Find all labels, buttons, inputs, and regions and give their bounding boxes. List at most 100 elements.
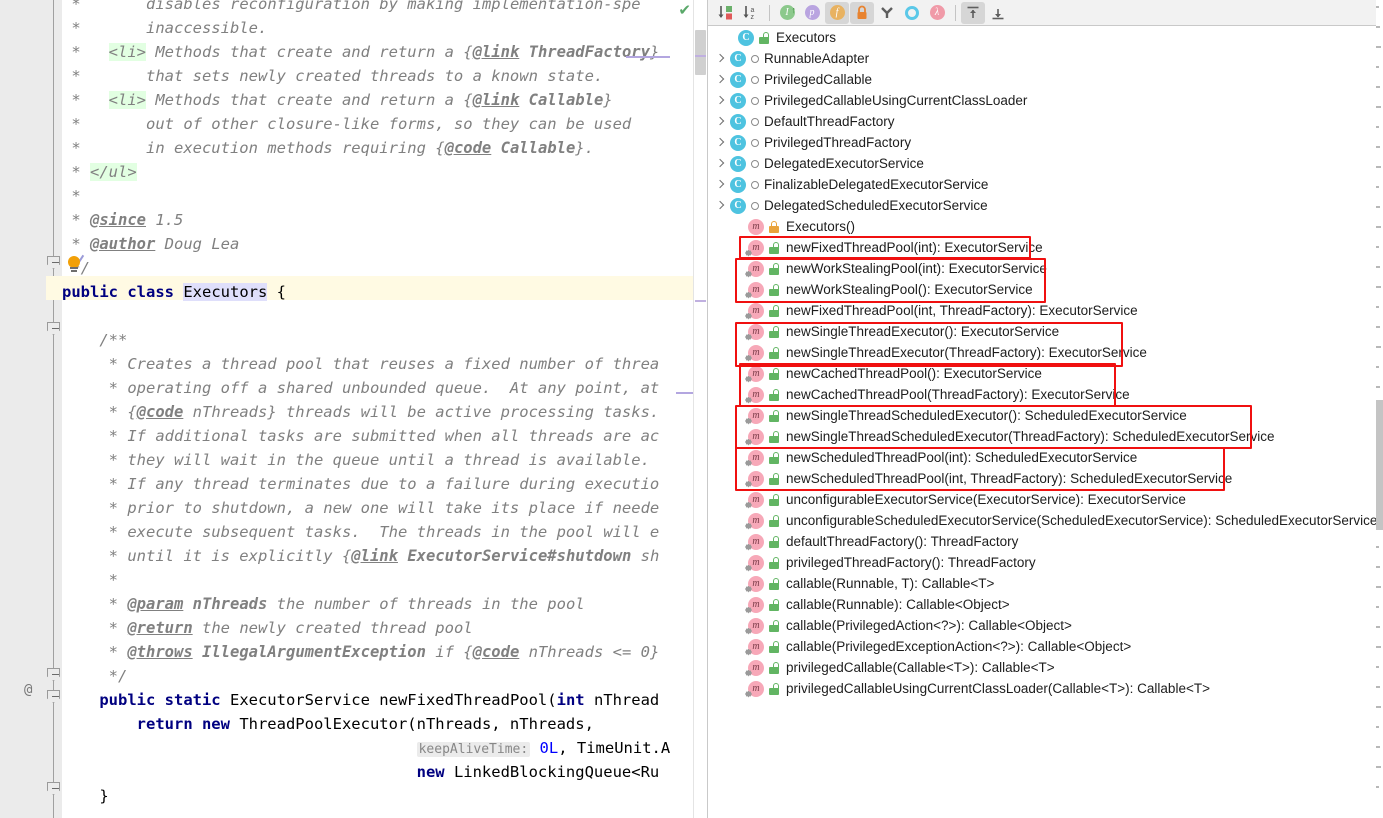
code-line[interactable]: * Creates a thread pool that reuses a fi… bbox=[62, 352, 660, 376]
code-folding-column[interactable] bbox=[46, 0, 62, 818]
structure-tree-row[interactable]: C PrivilegedCallableUsingCurrentClassLoad… bbox=[708, 90, 1027, 111]
structure-tree-row[interactable]: m newSingleThreadExecutor(): ExecutorServ… bbox=[708, 321, 1059, 342]
code-line[interactable]: * out of other closure-like forms, so th… bbox=[62, 112, 631, 136]
code-line[interactable]: * @since 1.5 bbox=[62, 208, 183, 232]
chevron-right-icon[interactable] bbox=[714, 136, 727, 149]
code-line[interactable]: * @return the newly created thread pool bbox=[62, 616, 473, 640]
structure-tree-row[interactable]: m newSingleThreadScheduledExecutor(): Sch… bbox=[708, 405, 1187, 426]
code-line[interactable]: * <li> Methods that create and return a … bbox=[62, 88, 613, 112]
code-line[interactable]: /** bbox=[62, 328, 127, 352]
structure-tree-row[interactable]: m newSingleThreadExecutor(ThreadFactory):… bbox=[708, 342, 1147, 363]
code-line[interactable]: * @throws IllegalArgumentException if {@… bbox=[62, 640, 660, 664]
structure-tree-row[interactable]: m privilegedThreadFactory(): ThreadFactor… bbox=[708, 552, 1036, 573]
structure-tree-row[interactable]: m callable(Runnable, T): Callable<T> bbox=[708, 573, 994, 594]
structure-tree-row[interactable]: m unconfigurableExecutorService(ExecutorS… bbox=[708, 489, 1186, 510]
chevron-right-icon[interactable] bbox=[714, 157, 727, 170]
code-line[interactable]: * operating off a shared unbounded queue… bbox=[62, 376, 660, 400]
code-line[interactable]: * @author Doug Lea bbox=[62, 232, 239, 256]
scrollbar-marker[interactable] bbox=[695, 55, 706, 57]
structure-tree-row[interactable]: C PrivilegedThreadFactory bbox=[708, 132, 911, 153]
structure-tree[interactable]: C Executors C RunnableAdapter C PrivilegedCal… bbox=[708, 27, 1377, 818]
show-properties-icon[interactable]: p bbox=[800, 2, 824, 24]
chevron-right-icon[interactable] bbox=[714, 73, 727, 86]
fold-marker-collapse[interactable] bbox=[47, 690, 60, 703]
structure-tree-row[interactable]: m newWorkStealingPool(): ExecutorService bbox=[708, 279, 1033, 300]
structure-tree-row[interactable]: m newFixedThreadPool(int): ExecutorServic… bbox=[708, 237, 1043, 258]
code-line[interactable]: * disables reconfiguration by making imp… bbox=[62, 0, 640, 16]
chevron-right-icon[interactable] bbox=[714, 52, 727, 65]
code-line[interactable]: * {@code nThreads} threads will be activ… bbox=[62, 400, 660, 424]
expand-all-icon[interactable] bbox=[961, 1, 985, 24]
editor-vertical-scrollbar[interactable] bbox=[693, 0, 706, 818]
chevron-right-icon[interactable] bbox=[714, 178, 727, 191]
code-line[interactable]: * bbox=[62, 568, 118, 592]
chevron-right-icon[interactable] bbox=[714, 115, 727, 128]
code-text-area[interactable]: * disables reconfiguration by making imp… bbox=[62, 0, 706, 818]
fold-marker-collapse[interactable] bbox=[47, 782, 60, 795]
code-line[interactable]: * If additional tasks are submitted when… bbox=[62, 424, 660, 448]
structure-tree-row[interactable]: C RunnableAdapter bbox=[708, 48, 869, 69]
structure-tree-row[interactable]: m newCachedThreadPool(): ExecutorService bbox=[708, 363, 1042, 384]
sort-alphabetically-icon[interactable]: az bbox=[739, 2, 763, 24]
show-properties-icon-glyph: p bbox=[804, 5, 820, 20]
structure-tree-row[interactable]: C DelegatedScheduledExecutorService bbox=[708, 195, 988, 216]
code-line[interactable]: * inaccessible. bbox=[62, 16, 267, 40]
scrollbar-marker[interactable] bbox=[695, 300, 706, 302]
code-line[interactable]: * they will wait in the queue until a th… bbox=[62, 448, 650, 472]
structure-tree-row[interactable]: m newFixedThreadPool(int, ThreadFactory):… bbox=[708, 300, 1138, 321]
code-line[interactable]: } bbox=[62, 784, 108, 808]
intention-bulb-icon[interactable] bbox=[66, 254, 85, 274]
fold-marker-collapse[interactable] bbox=[47, 256, 60, 269]
collapse-all-icon[interactable] bbox=[986, 2, 1010, 24]
fold-marker-collapse[interactable] bbox=[47, 668, 60, 681]
show-lambdas-icon[interactable]: λ bbox=[925, 2, 949, 24]
chevron-right-icon[interactable] bbox=[714, 199, 727, 212]
inspection-status-ok-icon[interactable]: ✔ bbox=[678, 1, 691, 19]
structure-tree-row[interactable]: m callable(Runnable): Callable<Object> bbox=[708, 594, 1010, 615]
code-line[interactable]: public class Executors { bbox=[62, 280, 286, 304]
code-line[interactable]: * execute subsequent tasks. The threads … bbox=[62, 520, 660, 544]
structure-tree-row[interactable]: m newScheduledThreadPool(int): ScheduledE… bbox=[708, 447, 1137, 468]
structure-tree-row[interactable]: m newCachedThreadPool(ThreadFactory): Exe… bbox=[708, 384, 1130, 405]
structure-tree-row[interactable]: m callable(PrivilegedAction<?>): Callable… bbox=[708, 615, 1072, 636]
code-line[interactable]: keepAliveTime: 0L, TimeUnit.A bbox=[62, 736, 670, 760]
structure-tree-row[interactable]: C PrivilegedCallable bbox=[708, 69, 872, 90]
code-line[interactable]: * <li> Methods that create and return a … bbox=[62, 40, 659, 64]
code-line[interactable]: * until it is explicitly {@link Executor… bbox=[62, 544, 660, 568]
structure-tree-row[interactable]: m callable(PrivilegedExceptionAction<?>):… bbox=[708, 636, 1131, 657]
code-line[interactable]: * If any thread terminates due to a fail… bbox=[62, 472, 660, 496]
structure-tree-row[interactable]: m newWorkStealingPool(int): ExecutorServi… bbox=[708, 258, 1047, 279]
chevron-right-icon[interactable] bbox=[714, 94, 727, 107]
sort-by-visibility-icon[interactable] bbox=[714, 2, 738, 24]
fold-marker-collapse[interactable] bbox=[47, 322, 60, 335]
structure-tree-row[interactable]: m privilegedCallable(Callable<T>): Callab… bbox=[708, 657, 1055, 678]
structure-tree-row[interactable]: m defaultThreadFactory(): ThreadFactory bbox=[708, 531, 1018, 552]
code-line[interactable]: * prior to shutdown, a new one will take… bbox=[62, 496, 660, 520]
show-fields-icon[interactable]: f bbox=[825, 1, 849, 24]
structure-tree-row[interactable]: m privilegedCallableUsingCurrentClassLoad… bbox=[708, 678, 1210, 699]
code-line[interactable]: */ bbox=[62, 664, 128, 688]
structure-tree-row[interactable]: m unconfigurableScheduledExecutorService(… bbox=[708, 510, 1377, 531]
structure-tree-row[interactable]: C FinalizableDelegatedExecutorService bbox=[708, 174, 988, 195]
code-line[interactable]: * bbox=[62, 184, 80, 208]
code-line[interactable]: * </ul> bbox=[62, 160, 137, 184]
code-line[interactable]: return new ThreadPoolExecutor(nThreads, … bbox=[62, 712, 594, 736]
annotation-marker-at[interactable]: @ bbox=[24, 682, 32, 698]
structure-tree-row[interactable]: C Executors bbox=[708, 27, 836, 48]
code-editor-pane[interactable]: @ * disables reconfiguration by making i… bbox=[0, 0, 706, 818]
structure-tree-row[interactable]: C DelegatedExecutorService bbox=[708, 153, 924, 174]
group-by-icon[interactable] bbox=[875, 2, 899, 24]
structure-tree-row[interactable]: m newSingleThreadScheduledExecutor(Thread… bbox=[708, 426, 1275, 447]
code-line[interactable]: new LinkedBlockingQueue<Ru bbox=[62, 760, 660, 784]
show-inherited-icon[interactable]: I ↑ bbox=[775, 2, 799, 24]
code-line[interactable]: * that sets newly created threads to a k… bbox=[62, 64, 603, 88]
code-line[interactable]: * @param nThreads the number of threads … bbox=[62, 592, 585, 616]
structure-tree-row[interactable]: C DefaultThreadFactory bbox=[708, 111, 895, 132]
editor-scrollbar-thumb[interactable] bbox=[695, 30, 706, 75]
code-line[interactable]: * in execution methods requiring {@code … bbox=[62, 136, 594, 160]
show-anonymous-classes-icon[interactable] bbox=[900, 2, 924, 24]
code-line[interactable]: public static ExecutorService newFixedTh… bbox=[62, 688, 659, 712]
structure-tree-row[interactable]: m newScheduledThreadPool(int, ThreadFacto… bbox=[708, 468, 1232, 489]
show-non-public-icon[interactable] bbox=[850, 1, 874, 24]
structure-tree-row[interactable]: m Executors() bbox=[708, 216, 855, 237]
